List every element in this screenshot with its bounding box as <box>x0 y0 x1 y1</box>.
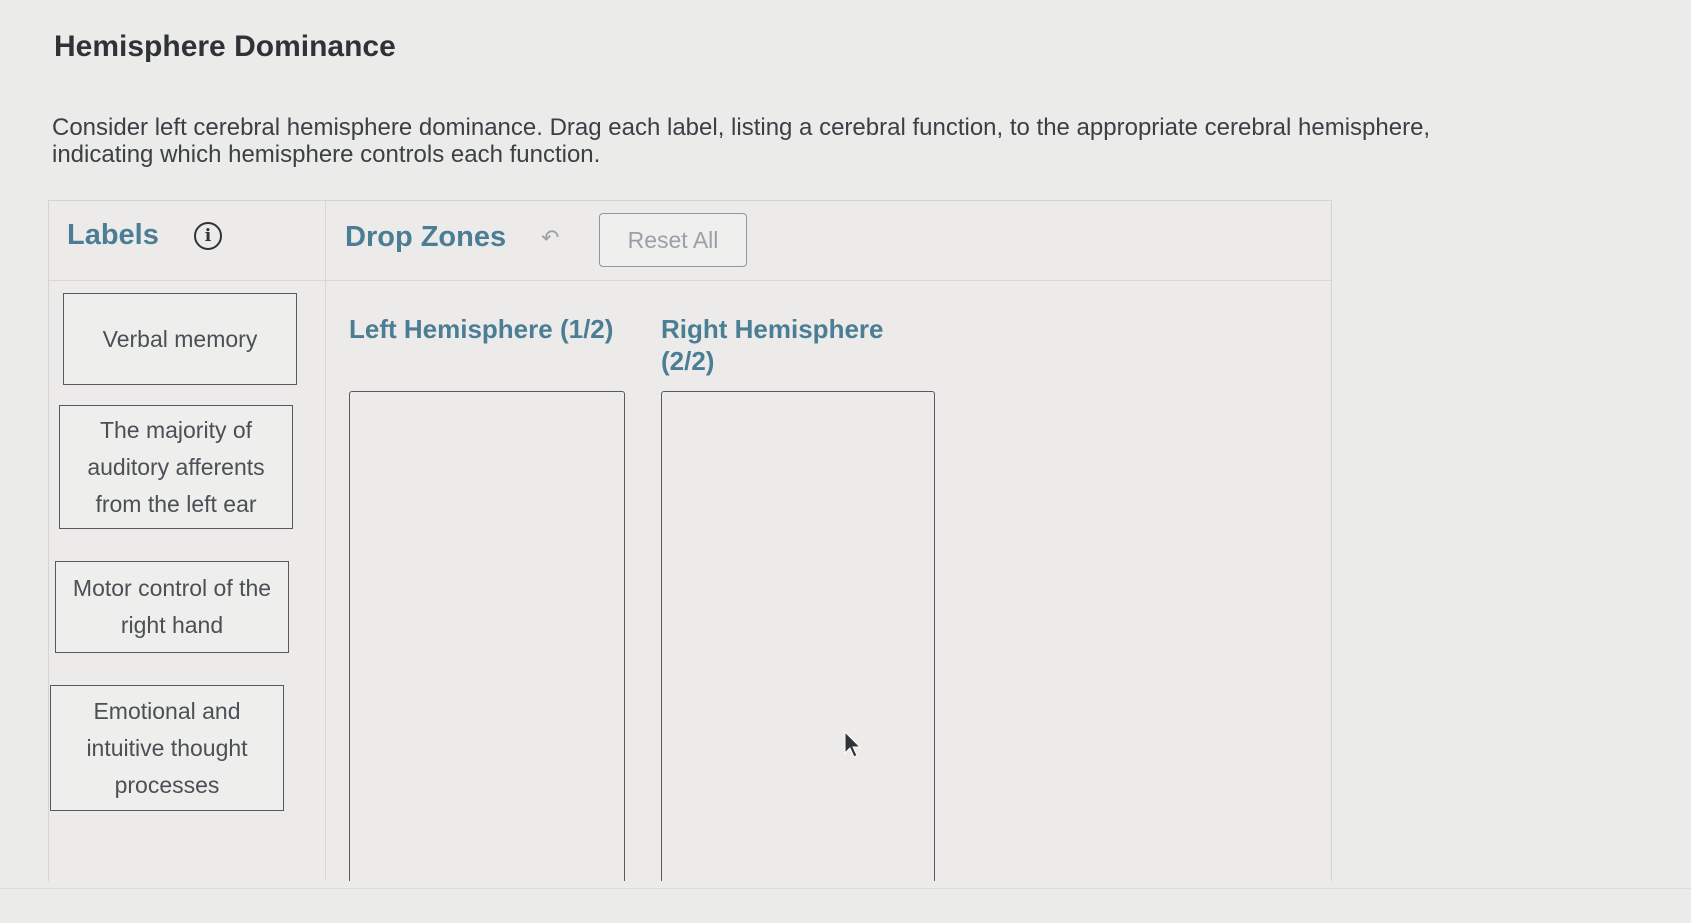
label-card-auditory-afferents[interactable]: The majority of auditory afferents from … <box>59 405 293 529</box>
right-hemisphere-drop-zone[interactable] <box>661 391 935 881</box>
instructions-text: Consider left cerebral hemisphere domina… <box>52 114 1431 168</box>
label-card-motor-control[interactable]: Motor control of the right hand <box>55 561 289 653</box>
left-hemisphere-title: Left Hemisphere (1/2) <box>349 314 614 344</box>
undo-arrow-icon[interactable]: ↶ <box>541 225 559 251</box>
panel-divider <box>325 201 326 881</box>
labels-heading: Labels <box>67 219 159 251</box>
header-divider <box>49 280 1331 281</box>
info-circle-icon[interactable]: i <box>194 222 222 250</box>
footer-divider <box>0 888 1691 889</box>
reset-all-button[interactable]: Reset All <box>599 213 747 267</box>
page-title: Hemisphere Dominance <box>54 30 396 63</box>
mouse-cursor-icon <box>844 731 861 758</box>
drop-zones-heading: Drop Zones <box>345 221 507 253</box>
label-card-verbal-memory[interactable]: Verbal memory <box>63 293 297 385</box>
drag-and-drop-activity: Labels i Drop Zones ↶ Reset All Verbal m… <box>48 200 1332 881</box>
label-card-emotional-thought[interactable]: Emotional and intuitive thought processe… <box>50 685 284 811</box>
right-hemisphere-title: Right Hemisphere (2/2) <box>661 314 884 376</box>
left-hemisphere-drop-zone[interactable] <box>349 391 625 881</box>
